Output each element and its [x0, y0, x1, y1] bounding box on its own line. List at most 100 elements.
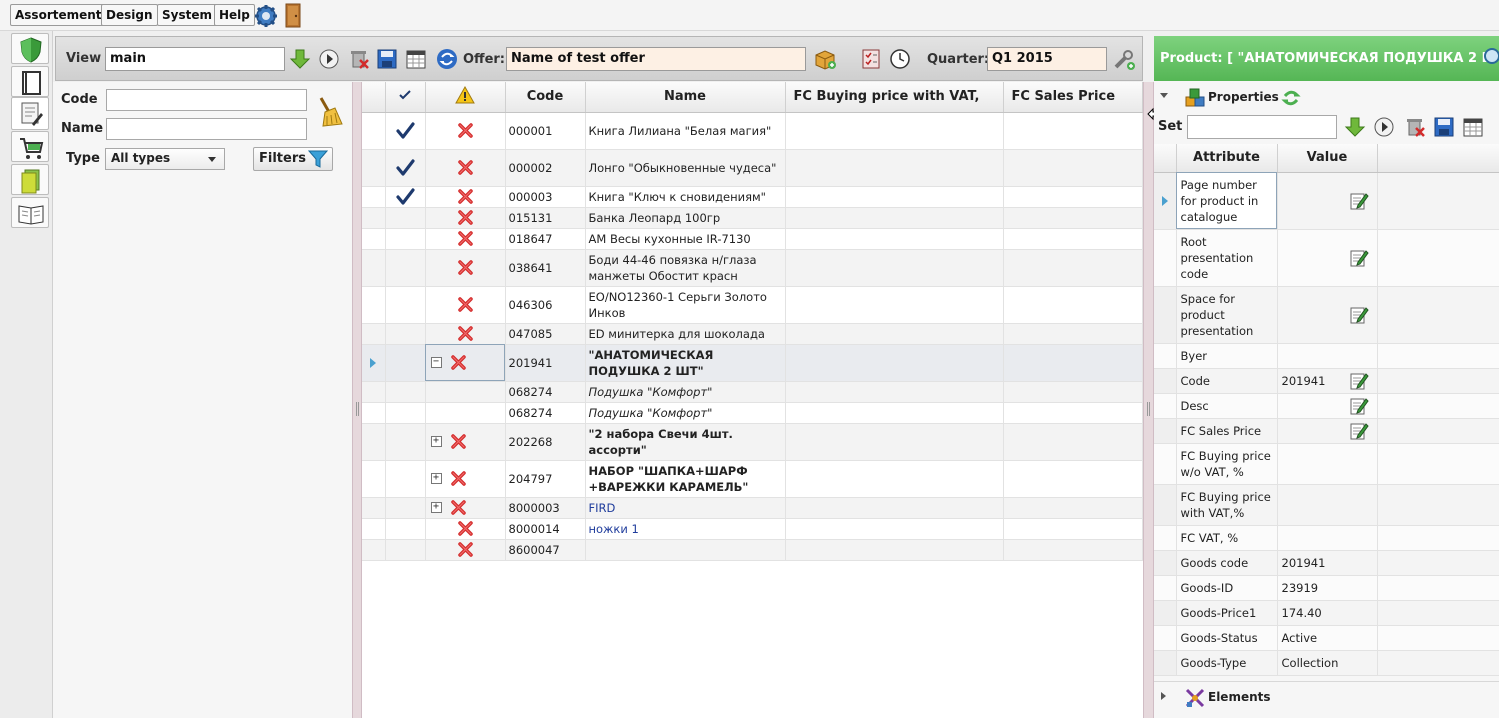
menu-help[interactable]: Help — [214, 4, 255, 26]
attribute-value-cell[interactable] — [1277, 393, 1378, 419]
wrench-icon[interactable] — [1112, 47, 1136, 71]
menu-assortement[interactable]: Assortement — [10, 4, 107, 26]
play-icon[interactable] — [318, 48, 340, 70]
row-sales-price[interactable] — [1003, 460, 1143, 498]
row-buying-price[interactable] — [785, 207, 1004, 229]
row-buying-price[interactable] — [785, 112, 1004, 150]
delete-x-icon[interactable] — [450, 470, 467, 487]
row-status-cell[interactable] — [425, 286, 506, 324]
delete-x-icon[interactable] — [457, 159, 474, 176]
attribute-value-cell[interactable] — [1277, 229, 1378, 287]
delete-x-icon[interactable] — [457, 541, 474, 558]
row-sales-price[interactable] — [1003, 381, 1143, 403]
row-status-cell[interactable] — [425, 323, 506, 345]
row-buying-price[interactable] — [785, 539, 1004, 561]
attribute-value-cell[interactable]: 201941 — [1277, 368, 1378, 394]
row-status-cell[interactable]: + — [425, 460, 506, 498]
properties-header[interactable]: Properties — [1154, 86, 1499, 110]
delete-icon[interactable] — [1404, 116, 1426, 138]
attribute-value-cell[interactable]: Collection — [1277, 650, 1378, 676]
attribute-value-cell[interactable]: 174.40 — [1277, 600, 1378, 626]
attribute-row[interactable]: Goods-Price1 174.40 — [1154, 600, 1499, 626]
view-input[interactable]: main — [105, 47, 285, 71]
table-row[interactable]: 018647 АМ Весы кухонные IR-7130 — [362, 228, 1143, 250]
name-filter-input[interactable] — [106, 118, 307, 140]
delete-x-icon[interactable] — [457, 296, 474, 313]
edit-note-icon[interactable] — [1349, 191, 1369, 211]
row-buying-price[interactable] — [785, 186, 1004, 208]
column-header-code[interactable]: Code — [505, 82, 586, 113]
row-check-cell[interactable] — [385, 539, 426, 561]
search-icon[interactable] — [1482, 46, 1499, 70]
attribute-value-cell[interactable] — [1277, 343, 1378, 369]
row-sales-price[interactable] — [1003, 323, 1143, 345]
save-icon[interactable] — [1433, 116, 1455, 138]
row-check-cell[interactable] — [385, 344, 426, 382]
attribute-row[interactable]: FC Buying price w/o VAT, % — [1154, 443, 1499, 485]
row-check-cell[interactable] — [385, 249, 426, 287]
attribute-value-cell[interactable] — [1277, 172, 1378, 230]
attribute-value-cell[interactable]: Active — [1277, 625, 1378, 651]
attribute-value-cell[interactable] — [1277, 418, 1378, 444]
sidebar-shield-button[interactable] — [11, 33, 49, 64]
row-sales-price[interactable] — [1003, 149, 1143, 187]
row-sales-price[interactable] — [1003, 402, 1143, 424]
sidebar-cart-button[interactable] — [11, 131, 49, 162]
arrow-down-icon[interactable] — [289, 48, 311, 70]
broom-icon[interactable] — [315, 96, 343, 128]
column-header-name[interactable]: Name — [585, 82, 786, 113]
sync-icon[interactable] — [436, 48, 458, 70]
row-sales-price[interactable] — [1003, 186, 1143, 208]
delete-x-icon[interactable] — [457, 209, 474, 226]
row-check-cell[interactable] — [385, 207, 426, 229]
attribute-column-header[interactable]: Attribute — [1176, 144, 1278, 173]
row-check-cell[interactable] — [385, 423, 426, 461]
delete-x-icon[interactable] — [450, 433, 467, 450]
row-check-cell[interactable] — [385, 460, 426, 498]
exit-door-icon[interactable] — [284, 3, 302, 28]
clock-icon[interactable] — [889, 48, 911, 70]
row-status-cell[interactable] — [425, 207, 506, 229]
row-buying-price[interactable] — [785, 518, 1004, 540]
row-status-cell[interactable] — [425, 381, 506, 403]
row-status-cell[interactable] — [425, 249, 506, 287]
calendar-icon[interactable] — [405, 48, 427, 70]
sidebar-catalog-button[interactable] — [11, 97, 49, 130]
row-status-cell[interactable] — [425, 518, 506, 540]
table-row[interactable]: 8600047 — [362, 539, 1143, 561]
row-buying-price[interactable] — [785, 323, 1004, 345]
checklist-icon[interactable] — [860, 48, 882, 70]
table-row[interactable]: 000003 Книга "Ключ к сновидениям" — [362, 186, 1143, 208]
row-buying-price[interactable] — [785, 381, 1004, 403]
delete-x-icon[interactable] — [457, 520, 474, 537]
row-check-cell[interactable] — [385, 518, 426, 540]
row-check-cell[interactable] — [385, 381, 426, 403]
row-buying-price[interactable] — [785, 423, 1004, 461]
edit-note-icon[interactable] — [1349, 305, 1369, 325]
row-buying-price[interactable] — [785, 149, 1004, 187]
table-row[interactable]: 000001 Книга Лилиана "Белая магия" — [362, 112, 1143, 150]
row-sales-price[interactable] — [1003, 423, 1143, 461]
collapse-icon[interactable]: − — [430, 357, 442, 368]
expand-icon[interactable]: + — [430, 502, 442, 513]
attribute-row[interactable]: Desc — [1154, 393, 1499, 419]
edit-note-icon[interactable] — [1349, 421, 1369, 441]
table-row[interactable]: +8000003 FIRD — [362, 497, 1143, 519]
arrow-down-icon[interactable] — [1344, 116, 1366, 138]
row-status-cell[interactable] — [425, 149, 506, 187]
row-status-cell[interactable]: + — [425, 497, 506, 519]
attribute-value-cell[interactable] — [1277, 286, 1378, 344]
attribute-row[interactable]: FC Sales Price — [1154, 418, 1499, 444]
row-sales-price[interactable] — [1003, 497, 1143, 519]
row-check-cell[interactable] — [385, 286, 426, 324]
row-status-cell[interactable] — [425, 186, 506, 208]
table-row[interactable]: 068274 Подушка "Комфорт" — [362, 381, 1143, 403]
save-icon[interactable] — [376, 48, 398, 70]
refresh-icon[interactable] — [1281, 88, 1301, 108]
attribute-row[interactable]: Page number for product in catalogue — [1154, 172, 1499, 230]
table-row[interactable]: 068274 Подушка "Комфорт" — [362, 402, 1143, 424]
row-status-cell[interactable] — [425, 228, 506, 250]
table-row[interactable]: 038641 Боди 44-46 повязка н/глаза манжет… — [362, 249, 1143, 287]
row-status-cell[interactable]: + — [425, 423, 506, 461]
delete-x-icon[interactable] — [457, 122, 474, 139]
